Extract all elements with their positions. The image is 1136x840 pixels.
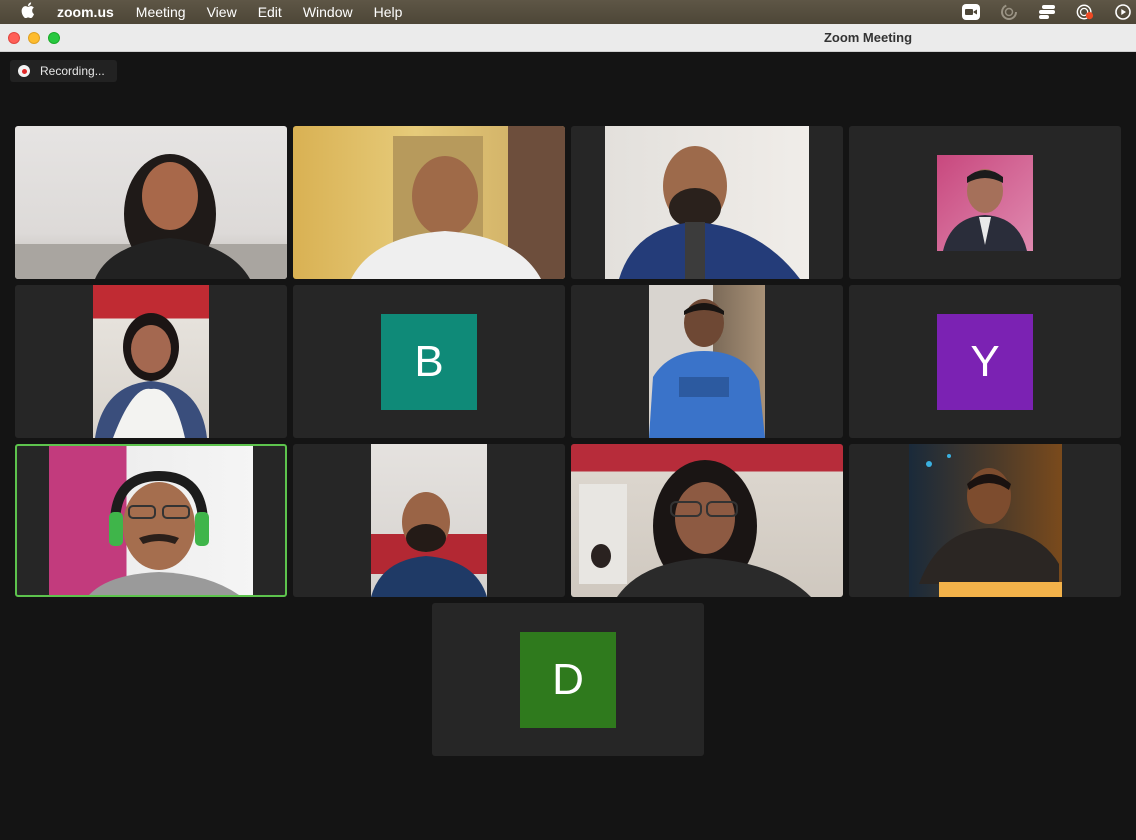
macos-menu-bar: zoom.us Meeting View Edit Window Help [0, 0, 1136, 24]
zoom-video-icon[interactable] [962, 3, 980, 21]
menu-help[interactable]: Help [374, 0, 403, 24]
participant-video-tile-11[interactable] [571, 444, 843, 597]
menu-bar-status-icons [962, 0, 1136, 24]
window-title-bar: Zoom Meeting [0, 24, 1136, 52]
participant-video-feed [371, 444, 487, 597]
activity-spinner-icon[interactable] [1000, 3, 1018, 21]
participant-video-tile-7[interactable] [571, 285, 843, 438]
play-icon[interactable] [1114, 3, 1132, 21]
recording-label: Recording... [40, 64, 105, 78]
participant-video-tile-10[interactable] [293, 444, 565, 597]
participant-video-tile-3[interactable] [571, 126, 843, 279]
participant-avatar-tile-8[interactable]: Y [849, 285, 1121, 438]
recording-dot-icon [18, 65, 30, 77]
participant-video-feed [49, 446, 253, 595]
participant-avatar-initial: D [520, 632, 616, 728]
participant-avatar-initial: Y [937, 314, 1033, 410]
participant-video-tile-9-active-speaker[interactable] [15, 444, 287, 597]
menu-window[interactable]: Window [303, 0, 353, 24]
menu-app-zoom[interactable]: zoom.us [57, 0, 114, 24]
participant-video-feed [605, 126, 809, 279]
participant-video-feed [649, 285, 765, 438]
participant-avatar-tile-6[interactable]: B [293, 285, 565, 438]
participant-video-tile-4[interactable] [849, 126, 1121, 279]
participant-video-tile-5[interactable] [15, 285, 287, 438]
menu-view[interactable]: View [207, 0, 237, 24]
participant-video-feed [293, 126, 565, 279]
participant-profile-photo [937, 155, 1033, 251]
participant-video-feed [15, 126, 287, 279]
recording-indicator[interactable]: Recording... [10, 60, 117, 82]
stage-manager-icon[interactable] [1038, 3, 1056, 21]
participant-video-tile-12[interactable] [849, 444, 1121, 597]
participant-video-tile-1[interactable] [15, 126, 287, 279]
menu-edit[interactable]: Edit [258, 0, 282, 24]
window-title: Zoom Meeting [823, 30, 913, 45]
participant-video-tile-2[interactable] [293, 126, 565, 279]
meeting-gallery-view: Recording... B Y D [0, 52, 1136, 840]
participant-avatar-tile-13[interactable]: D [432, 603, 704, 756]
menu-meeting[interactable]: Meeting [136, 0, 186, 24]
participant-video-feed [909, 444, 1062, 597]
apple-menu-icon[interactable] [18, 2, 38, 22]
participant-avatar-initial: B [381, 314, 477, 410]
participant-video-feed [93, 285, 209, 438]
participant-video-feed [571, 444, 843, 597]
screen-record-icon[interactable] [1076, 3, 1094, 21]
